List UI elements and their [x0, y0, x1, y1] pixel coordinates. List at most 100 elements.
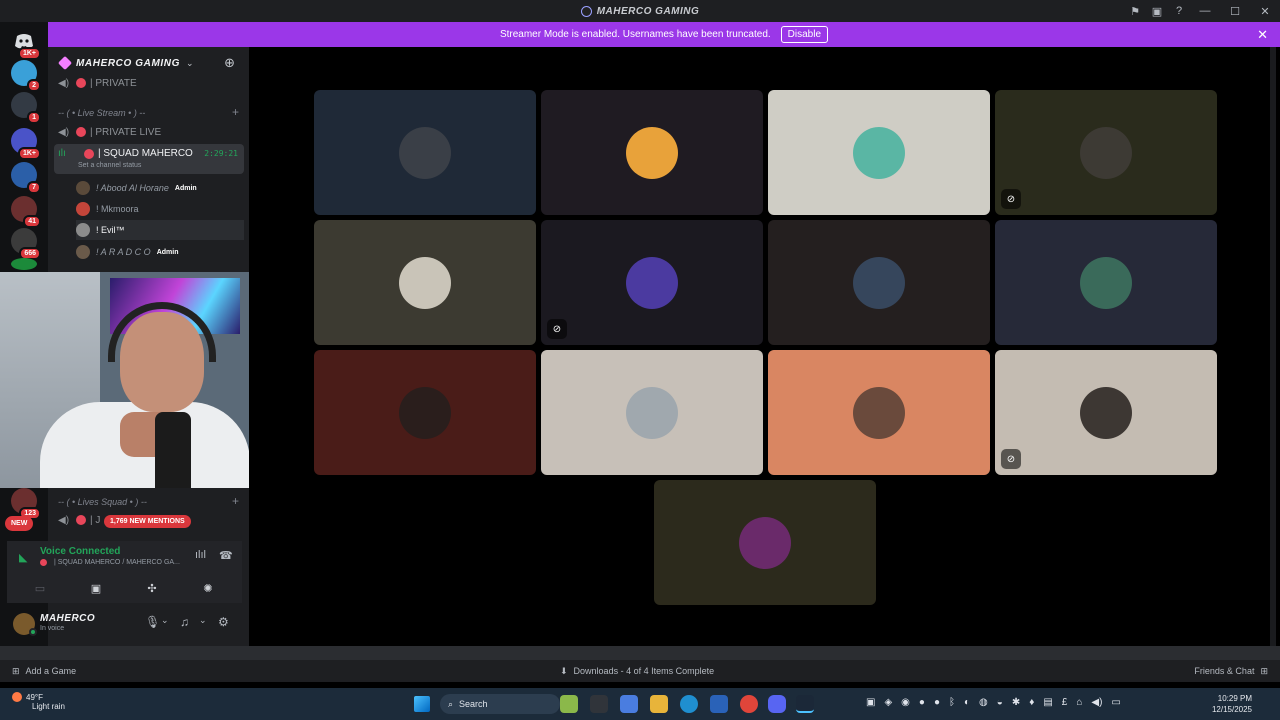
server-icon[interactable]: 2	[11, 60, 41, 92]
new-pill[interactable]: NEW	[5, 516, 34, 531]
inbox-icon[interactable]: ▣	[1146, 5, 1168, 18]
close-banner-icon[interactable]: ✕	[1257, 27, 1268, 43]
volume-icon[interactable]: ◀)	[1091, 697, 1102, 708]
participant-tile[interactable]	[768, 90, 990, 215]
participant-tile[interactable]	[654, 480, 876, 605]
signal-icon[interactable]: ◣	[19, 551, 27, 564]
new-mentions-pill[interactable]: 1,769 NEW MENTIONS	[104, 515, 191, 528]
taskbar-app-icon[interactable]	[590, 695, 608, 713]
voice-panel: ◣ Voice Connected | SQUAD MAHERCO / MAHE…	[7, 541, 242, 603]
user-name[interactable]: MAHERCO	[40, 613, 95, 624]
chrome-icon[interactable]	[740, 695, 758, 713]
participant-tile[interactable]	[314, 220, 536, 345]
participant-tile[interactable]	[995, 220, 1217, 345]
edge-icon[interactable]	[680, 695, 698, 713]
voice-status[interactable]: Voice Connected	[40, 546, 120, 557]
microphone-icon[interactable]: 🎙	[145, 615, 160, 629]
server-icon[interactable]: 41	[11, 196, 41, 228]
file-explorer-icon[interactable]	[650, 695, 668, 713]
help-icon[interactable]: ?	[1168, 5, 1190, 17]
avatar	[1080, 386, 1132, 439]
tray-icon[interactable]: ◍	[979, 697, 988, 708]
participant-tile[interactable]	[768, 220, 990, 345]
participant-tile[interactable]: ⊘	[995, 90, 1217, 215]
tray-icon[interactable]: ◈	[884, 697, 892, 708]
channel-private-live[interactable]: ◀) | PRIVATE LIVE	[48, 122, 249, 142]
discord-icon[interactable]	[768, 695, 786, 713]
add-game-button[interactable]: ⊞ Add a Game	[12, 666, 76, 677]
downloads-button[interactable]: ⬇ Downloads - 4 of 4 Items Complete	[560, 666, 714, 677]
weather-widget[interactable]: 49°F Light rain	[12, 692, 65, 711]
bluetooth-icon[interactable]: ᛒ	[949, 697, 955, 708]
member-name: ! A R A D C O	[96, 247, 151, 257]
minimize-button[interactable]: —	[1190, 5, 1220, 17]
tray-icon[interactable]: ◒	[997, 697, 1003, 708]
tray-icon[interactable]: ▤	[1043, 697, 1052, 708]
channel-squad-maherco[interactable]: ılı | SQUAD MAHERCO 2:29:21 Set a channe…	[54, 144, 244, 174]
tray-icon[interactable]: ▣	[866, 697, 875, 708]
participant-tile[interactable]	[314, 90, 536, 215]
tray-icon[interactable]: ✱	[1012, 697, 1020, 708]
taskbar-search[interactable]: ⌕ Search	[440, 694, 560, 714]
voice-member[interactable]: ! A R A D C O Admin	[76, 242, 244, 262]
tray-icon[interactable]: ●	[919, 697, 925, 708]
tray-icon[interactable]: ●	[934, 697, 940, 708]
add-channel-icon[interactable]: +	[232, 494, 239, 508]
participant-tile[interactable]	[314, 350, 536, 475]
activities-button[interactable]: ✣	[127, 577, 177, 599]
participant-tile[interactable]	[768, 350, 990, 475]
soundboard-button[interactable]: ✺	[183, 577, 233, 599]
channel-status[interactable]: Set a channel status	[78, 162, 141, 169]
voice-channel[interactable]: | SQUAD MAHERCO / MAHERCO GA...	[40, 559, 180, 566]
category-lives-squad[interactable]: -- ( • Lives Squad • ) --	[58, 497, 147, 507]
category-live-stream[interactable]: -- ( • Live Stream • ) --	[58, 108, 145, 118]
participant-tile[interactable]	[541, 350, 763, 475]
horizontal-scrollbar[interactable]	[0, 646, 1280, 660]
participant-tile[interactable]: ⊘	[541, 220, 763, 345]
maximize-button[interactable]: ☐	[1220, 5, 1250, 18]
server-icon[interactable]: 1K+	[11, 128, 41, 160]
server-icon[interactable]	[11, 258, 37, 270]
discord-home-icon[interactable]: 1K+	[11, 28, 41, 60]
copilot-icon[interactable]	[620, 695, 638, 713]
channel-private[interactable]: ◀) | PRIVATE	[48, 73, 249, 93]
network-icon[interactable]: ⌂	[1076, 697, 1082, 708]
avatar	[76, 223, 90, 237]
stage-scrollbar[interactable]	[1270, 47, 1276, 646]
avatar	[399, 256, 451, 309]
chevron-down-icon[interactable]: ⌄	[199, 615, 207, 626]
server-icon[interactable]: 7	[11, 162, 41, 194]
microphone-icon[interactable]: ♦	[1029, 697, 1034, 708]
tray-icon[interactable]: ◉	[901, 697, 910, 708]
store-icon[interactable]	[710, 695, 728, 713]
camera-off-button[interactable]: ▭	[15, 577, 65, 599]
disconnect-icon[interactable]: ☎	[219, 549, 233, 562]
server-icon[interactable]: 666	[11, 228, 41, 260]
voice-member[interactable]: ! Evil™	[76, 220, 244, 240]
disable-streamer-button[interactable]: Disable	[780, 26, 829, 43]
invite-people-icon[interactable]: ⊕	[224, 55, 235, 71]
headphones-icon[interactable]: ♫	[180, 615, 189, 629]
tray-icon[interactable]: ◐	[964, 697, 970, 708]
taskbar-clock[interactable]: 10:29 PM 12/15/2025	[1212, 693, 1252, 715]
windows-start-icon[interactable]	[414, 696, 430, 712]
participant-tile[interactable]: ⊘	[995, 350, 1217, 475]
friends-chat-button[interactable]: Friends & Chat ⊞	[1194, 666, 1268, 677]
inbox-flag-icon[interactable]: ⚑	[1124, 5, 1146, 18]
add-channel-icon[interactable]: +	[232, 105, 239, 119]
clock-time: 10:29 PM	[1217, 694, 1252, 703]
server-icon[interactable]: 123	[11, 488, 41, 520]
steam-icon[interactable]	[796, 695, 814, 713]
chevron-down-icon[interactable]: ⌄	[161, 615, 169, 626]
close-window-button[interactable]: ✕	[1250, 5, 1280, 18]
voice-member[interactable]: ! Mkmoora	[76, 199, 244, 219]
battery-icon[interactable]: ▭	[1111, 697, 1120, 708]
screen-share-button[interactable]: ▣	[71, 577, 121, 599]
taskbar-app-icon[interactable]	[560, 695, 578, 713]
participant-tile[interactable]	[541, 90, 763, 215]
currency-icon[interactable]: £	[1062, 697, 1068, 708]
gear-icon[interactable]: ⚙	[218, 615, 229, 629]
server-icon[interactable]: 1	[11, 92, 41, 124]
noise-suppression-icon[interactable]: ılıl	[195, 549, 206, 561]
voice-member[interactable]: ! Abood Al Horane Admin	[76, 178, 244, 198]
